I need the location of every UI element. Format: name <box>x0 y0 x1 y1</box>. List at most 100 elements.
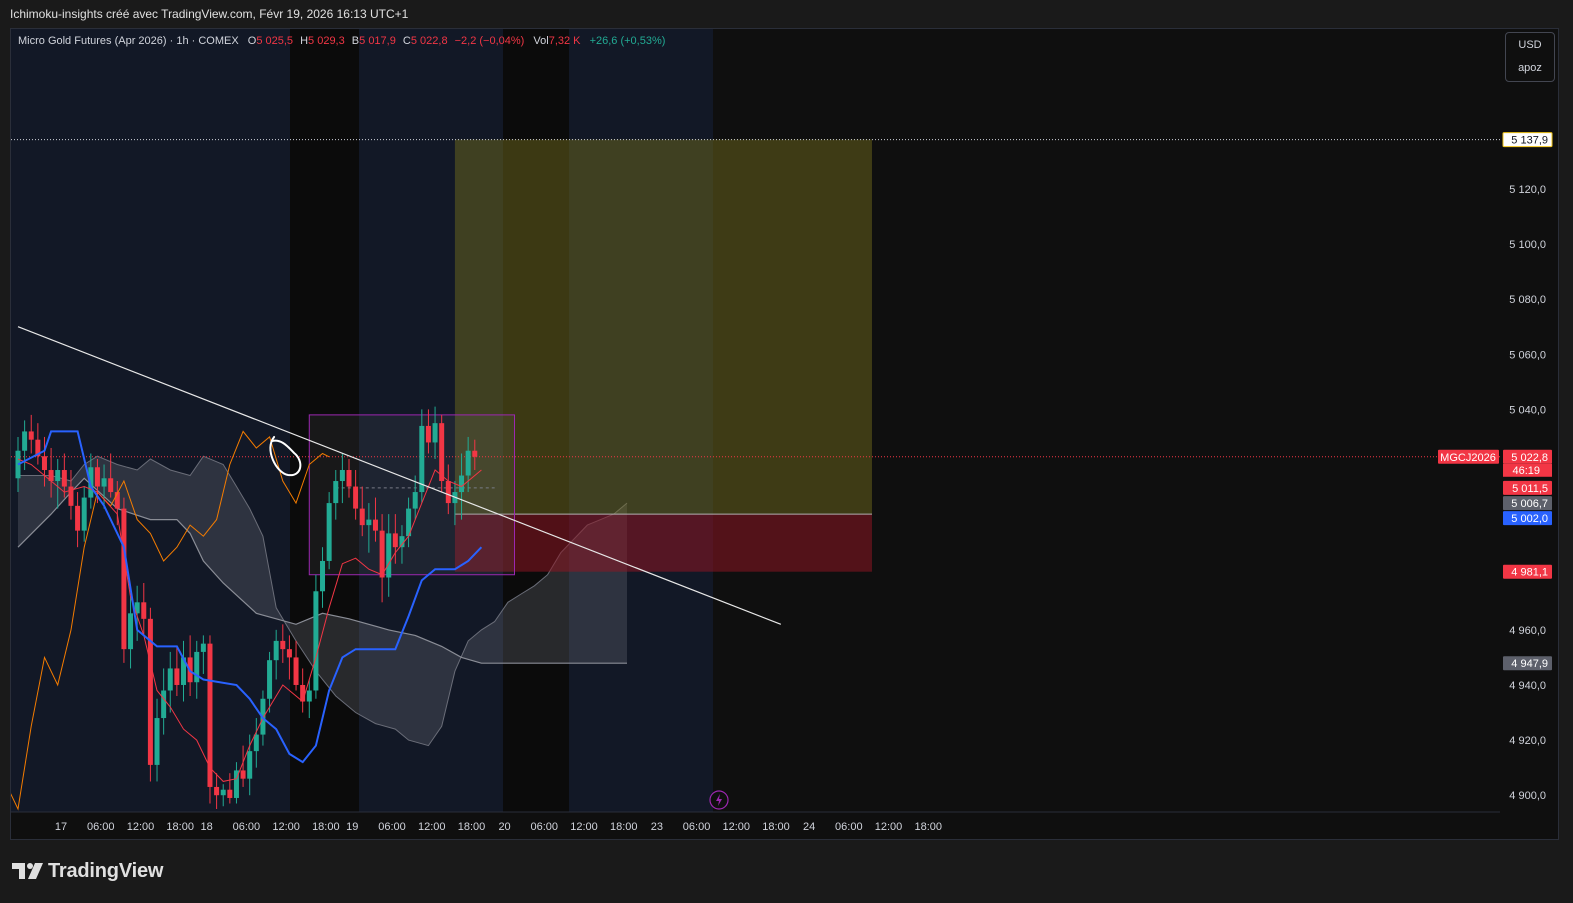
change-value: −2,2 (−0,04%) <box>454 35 525 47</box>
x-tick-label: 12:00 <box>272 821 300 833</box>
candle-body <box>425 425 431 443</box>
candle-body <box>167 668 173 691</box>
candle-body <box>240 770 246 779</box>
candle-body <box>81 497 87 531</box>
y-tick-label: 4 960,0 <box>1509 625 1546 637</box>
candle-body <box>320 560 326 592</box>
candle-body <box>359 508 365 526</box>
candle-body <box>280 640 286 650</box>
price-tag-label: 5 006,7 <box>1511 498 1548 510</box>
y-tick-label: 4 940,0 <box>1509 680 1546 692</box>
x-tick-label: 12:00 <box>570 821 598 833</box>
candle-body <box>108 478 114 493</box>
candle-body <box>141 602 147 619</box>
tradingview-wordmark: TradingView <box>48 859 164 882</box>
candle-body <box>55 470 61 482</box>
candle-body <box>247 751 253 779</box>
x-tick-label: 06:00 <box>531 821 559 833</box>
candle-body <box>227 789 233 798</box>
x-tick-label: 12:00 <box>875 821 903 833</box>
candle-body <box>253 734 259 752</box>
x-tick-label: 20 <box>498 821 510 833</box>
price-tag-label: 4 981,1 <box>1511 567 1548 579</box>
candle-body <box>41 456 47 471</box>
y-tick-label: 5 100,0 <box>1509 239 1546 251</box>
symbol-title[interactable]: Micro Gold Futures (Apr 2026) · 1h · COM… <box>18 35 239 47</box>
candle-body <box>214 786 220 796</box>
currency-selector[interactable]: USD apoz <box>1505 32 1555 82</box>
x-tick-label: 06:00 <box>233 821 261 833</box>
y-tick-label: 4 900,0 <box>1509 790 1546 802</box>
candle-body <box>300 684 306 702</box>
candle-body <box>472 450 478 457</box>
lightning-event-icon[interactable] <box>709 790 729 810</box>
volume-label: Vol <box>533 35 549 47</box>
candle-body <box>174 668 180 685</box>
x-tick-label: 12:00 <box>418 821 446 833</box>
volume-value: 7,32 K <box>548 35 581 47</box>
x-tick-label: 06:00 <box>835 821 863 833</box>
x-tick-label: 24 <box>803 821 815 833</box>
candle-body <box>465 450 471 476</box>
candle-body <box>445 481 451 504</box>
candle-body <box>306 690 312 702</box>
tradingview-logo[interactable]: TradingView <box>12 859 163 883</box>
chart-canvas[interactable]: 5 120,0 5 100,0 5 080,0 5 060,0 5 040,0 4 960… <box>0 0 1573 903</box>
price-tag-label: 4 947,9 <box>1511 658 1548 670</box>
candle-body <box>128 613 134 650</box>
high-value: 5 029,3 <box>308 35 345 47</box>
long-position-loss-zone[interactable] <box>454 514 872 572</box>
low-value: 5 017,9 <box>359 35 396 47</box>
y-tick-label: 5 040,0 <box>1509 404 1546 416</box>
candle-body <box>286 649 292 658</box>
x-tick-label: 17 <box>55 821 67 833</box>
x-tick-label: 06:00 <box>378 821 406 833</box>
user-name: apoz <box>1518 62 1542 74</box>
x-tick-label: 23 <box>651 821 663 833</box>
x-tick-label: 06:00 <box>87 821 115 833</box>
candle-body <box>94 467 100 487</box>
candle-body <box>101 478 107 487</box>
high-label: H <box>300 35 309 47</box>
candle-body <box>28 431 34 440</box>
candle-body <box>22 431 28 451</box>
range-box[interactable] <box>308 414 515 576</box>
y-tick-label: 5 060,0 <box>1509 349 1546 361</box>
candle-body <box>346 470 352 487</box>
price-tag-label: 5 137,9 <box>1511 135 1548 147</box>
candle-body <box>75 505 81 531</box>
candle-body <box>207 643 213 787</box>
candle-body <box>267 660 273 699</box>
x-tick-label: 12:00 <box>127 821 155 833</box>
long-position-profit-zone[interactable] <box>454 139 872 515</box>
candle-body <box>459 475 465 493</box>
symbol-tag-label: MGCJ2026 <box>1440 452 1496 464</box>
price-tag-label: 5 022,8 <box>1511 452 1548 464</box>
candle-body <box>161 690 167 719</box>
close-label: C <box>402 35 411 47</box>
plot-area[interactable] <box>0 29 1500 812</box>
candle-body <box>366 519 372 526</box>
close-value: 5 022,8 <box>410 35 448 47</box>
candle-body <box>61 470 67 487</box>
x-tick-label: 18:00 <box>762 821 790 833</box>
x-tick-label: 18 <box>201 821 213 833</box>
candle-body <box>154 718 160 765</box>
x-tick-label: 18:00 <box>458 821 486 833</box>
y-tick-label: 5 120,0 <box>1509 184 1546 196</box>
candle-body <box>273 640 279 661</box>
x-tick-label: 18:00 <box>914 821 942 833</box>
candle-body <box>200 643 206 652</box>
price-tag-label: 5 002,0 <box>1511 513 1548 525</box>
currency-unit: USD <box>1518 39 1542 51</box>
candle-body <box>333 481 339 504</box>
candle-body <box>353 486 359 509</box>
candle-body <box>326 503 332 561</box>
candle-body <box>293 657 299 685</box>
candle-body <box>339 470 345 482</box>
candle-body <box>194 651 200 683</box>
y-tick-label: 4 920,0 <box>1509 735 1546 747</box>
candle-body <box>392 533 398 548</box>
candle-body <box>379 530 385 578</box>
candle-body <box>114 492 120 509</box>
